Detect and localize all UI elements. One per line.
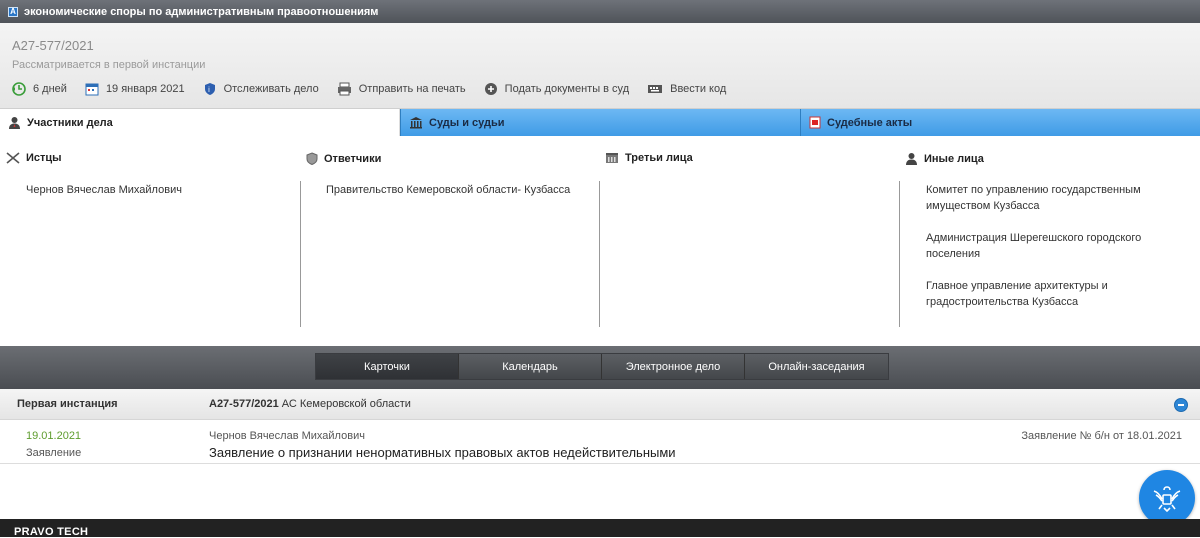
instance-header[interactable]: Первая инстанция А27-577/2021 АС Кемеров…: [0, 389, 1200, 420]
document-date: 19.01.2021: [26, 430, 82, 442]
case-status: Рассматривается в первой инстанции: [12, 59, 206, 71]
collapse-icon[interactable]: [1174, 398, 1188, 412]
tab-participants[interactable]: Участники дела: [0, 109, 400, 136]
instance-case-number: А27-577/2021: [209, 398, 279, 410]
keyboard-icon: [648, 85, 663, 93]
track-case-button[interactable]: i Отслеживать дело: [203, 82, 319, 96]
tab-court-acts-label: Судебные акты: [827, 116, 913, 129]
document-author: Чернов Вячеслав Михайлович: [209, 430, 365, 442]
svg-text:i: i: [208, 86, 210, 94]
third-parties-heading: Третьи лица: [605, 152, 693, 164]
tab-courts-judges[interactable]: Суды и судьи: [400, 109, 800, 136]
dispute-category-title: экономические споры по административным …: [24, 5, 379, 18]
defendant-item[interactable]: Правительство Кемеровской области- Кузба…: [326, 182, 586, 198]
column-divider: [599, 181, 600, 327]
document-reference: Заявление № б/н от 18.01.2021: [1021, 430, 1182, 442]
document-title-link[interactable]: Заявление о признании ненормативных прав…: [209, 445, 676, 460]
plaintiff-item[interactable]: Чернов Вячеслав Михайлович: [26, 182, 256, 198]
back-clock-icon: [12, 82, 26, 96]
others-list: Комитет по управлению государственным им…: [926, 182, 1156, 326]
document-row: 19.01.2021 Заявление Чернов Вячеслав Мих…: [0, 421, 1200, 464]
tab-court-acts[interactable]: Судебные акты: [800, 109, 1200, 136]
instance-case: А27-577/2021 АС Кемеровской области: [209, 398, 411, 410]
others-title: Иные лица: [924, 152, 984, 165]
print-label: Отправить на печать: [358, 83, 466, 95]
person-icon: [906, 153, 917, 165]
printer-icon: [337, 82, 351, 96]
case-actions: 6 дней 19 января 2021 i Отслеживать дело…: [12, 80, 744, 98]
hearing-date-label: 19 января 2021: [105, 83, 185, 95]
plaintiffs-column: Истцы Чернов Вячеслав Михайлович: [0, 137, 300, 346]
enter-code-label: Ввести код: [670, 83, 727, 95]
plaintiffs-heading: Истцы: [6, 152, 62, 164]
case-tabs: Участники дела Суды и судьи Судебные акт…: [0, 109, 1200, 246]
enter-code-button[interactable]: Ввести код: [647, 83, 726, 95]
others-heading: Иные лица: [905, 152, 984, 165]
view-switcher-bar: Карточки Календарь Электронное дело Онла…: [0, 346, 1200, 389]
defendants-title: Ответчики: [324, 152, 382, 165]
view-switcher: Карточки Календарь Электронное дело Онла…: [315, 353, 889, 380]
defendants-heading: Ответчики: [306, 152, 381, 165]
print-button[interactable]: Отправить на печать: [337, 82, 466, 96]
shield-track-icon: i: [204, 83, 215, 95]
instance-court: АС Кемеровской области: [278, 398, 411, 410]
view-cards-button[interactable]: Карточки: [316, 354, 459, 379]
third-parties-column: Третьи лица: [599, 137, 899, 346]
document-type: Заявление: [26, 447, 82, 459]
double-headed-eagle-icon: [1153, 486, 1181, 513]
submit-documents-label: Подать документы в суд: [504, 83, 630, 95]
gov-emblem-button[interactable]: [1139, 470, 1195, 526]
pdf-document-icon: [809, 116, 821, 129]
hearing-date[interactable]: 19 января 2021: [85, 82, 185, 96]
crossed-swords-icon: [6, 152, 20, 164]
plaintiffs-list: Чернов Вячеслав Михайлович: [26, 182, 256, 214]
footer: PRAVO TECH: [0, 519, 1200, 538]
third-parties-title: Третьи лица: [625, 152, 693, 164]
view-calendar-button[interactable]: Календарь: [459, 354, 602, 379]
duration-indicator: 6 дней: [12, 82, 67, 96]
other-party-item[interactable]: Администрация Шерегешского городского по…: [926, 230, 1156, 262]
app-logo-icon: А: [8, 6, 18, 17]
other-party-item[interactable]: Главное управление архитектуры и градост…: [926, 278, 1156, 310]
case-header: А27-577/2021 Рассматривается в первой ин…: [0, 23, 1200, 109]
defendants-list: Правительство Кемеровской области- Кузба…: [326, 182, 586, 214]
calendar-icon: [85, 83, 99, 96]
top-bar: А экономические споры по административны…: [0, 0, 1200, 23]
duration-label: 6 дней: [33, 83, 67, 95]
instance-title: Первая инстанция: [17, 398, 118, 410]
tab-participants-label: Участники дела: [27, 116, 113, 129]
person-icon: [9, 117, 20, 129]
view-online-hearings-button[interactable]: Онлайн-заседания: [745, 354, 888, 379]
tab-courts-judges-label: Суды и судьи: [429, 116, 505, 129]
submit-documents-button[interactable]: Подать документы в суд: [484, 82, 629, 96]
building-icon: [606, 153, 618, 163]
column-divider: [899, 181, 900, 327]
track-case-label: Отслеживать дело: [223, 83, 319, 95]
courthouse-icon: [410, 117, 422, 129]
others-column: Иные лица Комитет по управлению государс…: [899, 137, 1200, 346]
participants-panel: Истцы Чернов Вячеслав Михайлович Ответчи…: [0, 137, 1200, 346]
defendants-column: Ответчики Правительство Кемеровской обла…: [300, 137, 600, 346]
footer-brand[interactable]: PRAVO TECH: [14, 526, 88, 538]
plus-circle-icon: [484, 83, 497, 95]
plaintiffs-title: Истцы: [26, 152, 62, 164]
shield-icon: [306, 152, 318, 165]
view-electronic-case-button[interactable]: Электронное дело: [602, 354, 745, 379]
column-divider: [300, 181, 301, 327]
other-party-item[interactable]: Комитет по управлению государственным им…: [926, 182, 1156, 214]
case-number: А27-577/2021: [12, 38, 94, 53]
